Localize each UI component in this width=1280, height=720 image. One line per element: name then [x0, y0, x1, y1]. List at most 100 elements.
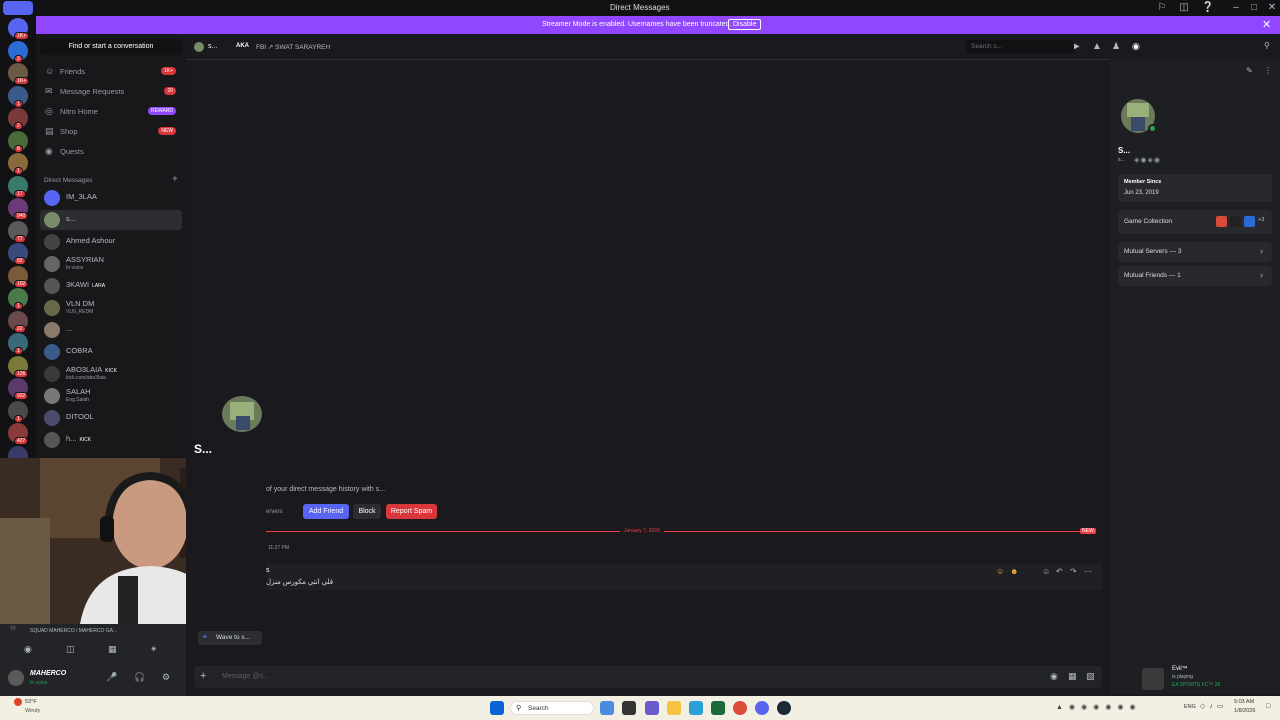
chrome-icon[interactable]	[733, 701, 747, 715]
more-icon[interactable]: ⋯	[1084, 567, 1092, 576]
aka-names: FBI ↗ SWAT SARAYREH	[256, 44, 331, 51]
add-dm-icon[interactable]: +	[172, 174, 178, 185]
gif-icon[interactable]: ▦	[1068, 671, 1077, 682]
block-button[interactable]: Block	[353, 504, 381, 519]
dm-item[interactable]: h... KICK	[40, 430, 182, 450]
badges-icon[interactable]: ◈◉◈◉	[1134, 156, 1161, 164]
reply-icon[interactable]: ↶	[1056, 567, 1063, 576]
help-icon[interactable]: ❔	[1198, 2, 1218, 13]
inbox-icon[interactable]: ⚐	[1152, 2, 1172, 13]
dm-item[interactable]: 3KAWI LARA	[40, 276, 182, 296]
message-author[interactable]: s	[266, 567, 270, 574]
close-icon[interactable]: ✕	[1262, 2, 1280, 13]
steam-icon[interactable]	[777, 701, 791, 715]
discord-icon[interactable]	[3, 1, 33, 15]
clock-time: 5:03 AM	[1234, 699, 1255, 705]
notifications-icon[interactable]: □	[1266, 703, 1270, 710]
screen-icon[interactable]: ◫	[1174, 2, 1194, 13]
reaction-icon[interactable]: ☻	[1010, 567, 1018, 576]
game-icon[interactable]	[1230, 216, 1241, 227]
nav-item-friends[interactable]: ☺ Friends 1K+	[40, 63, 182, 81]
message-timestamp: 11:27 PM	[268, 545, 290, 551]
voice-status-icon[interactable]: ♾	[10, 624, 16, 632]
dm-name-text: 3KAWI	[66, 280, 90, 289]
message-input[interactable]: + Message @s... ◉ ▦ ▧	[194, 666, 1102, 688]
dm-item[interactable]: ...	[40, 320, 182, 340]
activities-icon[interactable]: ▦	[108, 644, 117, 655]
maximize-icon[interactable]: □	[1244, 2, 1264, 13]
camera-icon[interactable]: ◉	[24, 644, 32, 655]
tray-icons[interactable]: ▲◉◉◉◉◉◉	[1056, 703, 1142, 711]
file-explorer-icon[interactable]	[667, 701, 681, 715]
headphones-icon[interactable]: 🎧	[134, 672, 145, 683]
game-icon[interactable]	[1216, 216, 1227, 227]
game-collection-card[interactable]: Game Collection +3	[1118, 210, 1272, 234]
dm-tag: KICK	[105, 368, 117, 374]
edge-icon[interactable]	[689, 701, 703, 715]
settings-icon[interactable]: ⚙	[162, 672, 170, 683]
screen-share-icon[interactable]: ◫	[66, 644, 75, 655]
mutual-friends-row[interactable]: Mutual Friends — 1 ›	[1118, 266, 1272, 286]
dm-item[interactable]: DITOOL	[40, 408, 182, 428]
task-view-icon[interactable]	[622, 701, 636, 715]
find-conversation-button[interactable]: Find or start a conversation	[40, 39, 182, 55]
taskbar-search[interactable]: ⚲ Search	[510, 701, 594, 715]
dm-subtext: VLN_REDM	[66, 309, 94, 315]
gift-icon[interactable]: ◉	[1050, 671, 1058, 682]
nav-item-shop[interactable]: ▤ Shop NEW	[40, 123, 182, 141]
add-reaction-icon[interactable]: ☺	[1042, 567, 1050, 576]
close-icon[interactable]: ✕	[1262, 18, 1271, 31]
report-spam-button[interactable]: Report Spam	[386, 504, 437, 519]
message-placeholder: Message @s...	[222, 673, 269, 680]
game-icon[interactable]	[1244, 216, 1255, 227]
dm-item[interactable]: s...	[40, 210, 182, 230]
server-badge: 3	[14, 54, 23, 63]
search-icon[interactable]: ⚲	[1264, 41, 1270, 50]
reaction-icon[interactable]: ☺	[996, 567, 1004, 576]
nav-item-label: Message Requests	[60, 87, 125, 96]
forward-icon[interactable]: ↷	[1070, 567, 1077, 576]
nav-item-message-requests[interactable]: ✉ Message Requests 20	[40, 83, 182, 101]
weather-icon[interactable]	[14, 698, 22, 706]
add-friend-button[interactable]: Add Friend	[303, 504, 349, 519]
microphone-icon[interactable]: 🎤	[106, 672, 117, 683]
nav-item-nitro-home[interactable]: ◎ Nitro Home REWARD	[40, 103, 182, 121]
dm-item[interactable]: VLN DM VLN_REDM	[40, 298, 182, 318]
add-member-icon[interactable]: ♟	[1112, 41, 1120, 52]
weather-app-icon[interactable]	[600, 701, 614, 715]
disable-button[interactable]: Disable	[728, 19, 762, 30]
nav-item-quests[interactable]: ◉ Quests	[40, 143, 182, 161]
store-icon[interactable]	[711, 701, 725, 715]
dm-item[interactable]: Ahmed Ashour	[40, 232, 182, 252]
dm-item[interactable]: ABO3LAIA KICK kick.com/abo3laia	[40, 364, 182, 384]
discord-icon[interactable]	[755, 701, 769, 715]
message-row[interactable]: s قلي انتي مكورس منزل ☺ ☻ ☺ ↶ ↷ ⋯	[266, 564, 1102, 590]
divider-date: January 7, 2026	[620, 528, 664, 534]
wave-button[interactable]: ✦ Wave to s...	[198, 631, 262, 645]
edit-icon[interactable]: ✎	[1246, 66, 1253, 75]
profile-icon[interactable]: ◉	[1132, 41, 1140, 52]
user-status: In voice	[30, 680, 48, 686]
search-input[interactable]: Search s...	[966, 40, 1074, 54]
network-icon[interactable]: ◇♪▭	[1200, 702, 1228, 710]
start-icon[interactable]	[490, 701, 504, 715]
pin-icon[interactable]: ▲	[1092, 41, 1102, 52]
dm-item[interactable]: IM_3LAA	[40, 188, 182, 208]
soundboard-icon[interactable]: ✴	[150, 644, 158, 655]
plus-icon[interactable]: +	[200, 670, 206, 682]
title-bar: Direct Messages ⚐ ◫ ❔ – □ ✕	[0, 0, 1280, 16]
dm-item[interactable]: SALAH Eng.Salah	[40, 386, 182, 406]
app-icon[interactable]	[645, 701, 659, 715]
dm-item[interactable]: COBRA	[40, 342, 182, 362]
sticker-icon[interactable]: ▧	[1086, 671, 1095, 682]
avatar[interactable]	[8, 670, 24, 686]
language-indicator[interactable]: ENG	[1184, 704, 1196, 710]
mutual-servers-link[interactable]: ervers	[266, 509, 283, 515]
banner-message: Streamer Mode is enabled. Usernames have…	[542, 21, 732, 28]
more-icon[interactable]: ⋮	[1264, 66, 1272, 75]
minimize-icon[interactable]: –	[1226, 2, 1246, 13]
dm-item[interactable]: ASSYRIAN In voice	[40, 254, 182, 274]
mutual-servers-row[interactable]: Mutual Servers — 3 ›	[1118, 242, 1272, 262]
avatar	[44, 300, 60, 316]
activity-toast[interactable]: Evil™ is playing EA SPORTS FC™ 26	[1142, 664, 1252, 692]
